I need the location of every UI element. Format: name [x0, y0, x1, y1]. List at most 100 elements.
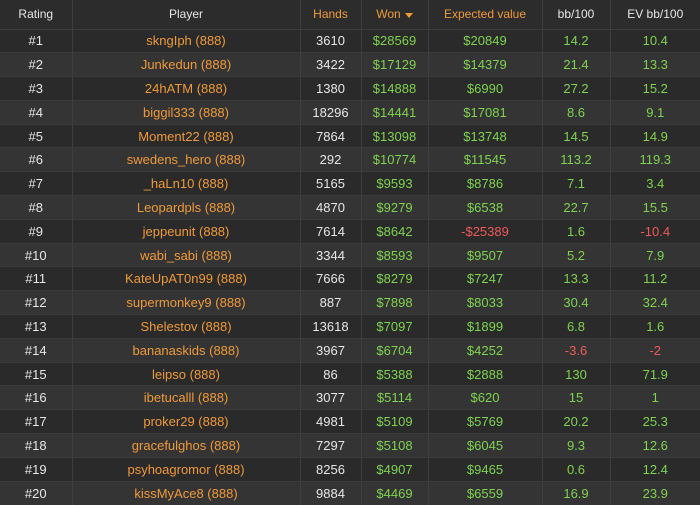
- expected-value-cell: $2888: [428, 361, 543, 386]
- table-row: #6 swedens_hero (888) 292 $10774 $11545 …: [0, 147, 700, 172]
- table-row: #15 leipso (888) 86 $5388 $2888 130 71.9: [0, 361, 700, 386]
- table-row: #12 supermonkey9 (888) 887 $7898 $8033 3…: [0, 290, 700, 315]
- bb100-cell: 7.1: [542, 171, 611, 196]
- table-row: #13 Shelestov (888) 13618 $7097 $1899 6.…: [0, 314, 700, 339]
- expected-value-cell: $8786: [428, 171, 543, 196]
- expected-value-cell: $13748: [428, 123, 543, 148]
- bb100-cell: 130: [542, 361, 611, 386]
- table-header: Rating Player Hands Won Expected value b…: [0, 0, 700, 30]
- bb100-cell: 0.6: [542, 456, 611, 482]
- won-cell: $5109: [361, 409, 429, 434]
- bb100-cell: 22.7: [542, 195, 611, 220]
- player-link[interactable]: skngIph (888): [72, 28, 301, 53]
- player-link[interactable]: biggil333 (888): [72, 99, 301, 125]
- expected-value-cell: $14379: [428, 52, 543, 77]
- hands-cell: 292: [300, 147, 362, 172]
- won-cell: $13098: [361, 123, 429, 148]
- table-row: #11 KateUpAT0n99 (888) 7666 $8279 $7247 …: [0, 266, 700, 291]
- won-cell: $9593: [361, 171, 429, 196]
- player-link[interactable]: psyhoagromor (888): [72, 456, 301, 482]
- table-row: #4 biggil333 (888) 18296 $14441 $17081 8…: [0, 99, 700, 125]
- table-row: #3 24hATM (888) 1380 $14888 $6990 27.2 1…: [0, 76, 700, 101]
- ev-bb100-cell: 11.2: [610, 266, 700, 291]
- rating-cell: #19: [0, 456, 73, 482]
- expected-value-cell: $11545: [428, 147, 543, 172]
- bb100-cell: 113.2: [542, 147, 611, 172]
- player-link[interactable]: supermonkey9 (888): [72, 290, 301, 315]
- expected-value-cell: $6990: [428, 76, 543, 101]
- bb100-cell: 16.9: [542, 480, 611, 505]
- hands-cell: 7614: [300, 218, 362, 244]
- ev-bb100-cell: 71.9: [610, 361, 700, 386]
- ev-bb100-cell: 1: [610, 385, 700, 410]
- rating-cell: #7: [0, 171, 73, 196]
- ev-bb100-cell: 119.3: [610, 147, 700, 172]
- table-row: #14 bananaskids (888) 3967 $6704 $4252 -…: [0, 337, 700, 363]
- hands-cell: 3344: [300, 242, 362, 267]
- header-won[interactable]: Won: [361, 0, 429, 30]
- expected-value-cell: $20849: [428, 28, 543, 53]
- expected-value-cell: $4252: [428, 337, 543, 363]
- bb100-cell: 14.5: [542, 123, 611, 148]
- player-link[interactable]: Leopardpls (888): [72, 195, 301, 220]
- header-bb100[interactable]: bb/100: [542, 0, 611, 30]
- rating-cell: #8: [0, 195, 73, 220]
- ev-bb100-cell: 10.4: [610, 28, 700, 53]
- won-cell: $5108: [361, 433, 429, 458]
- table-row: #2 Junkedun (888) 3422 $17129 $14379 21.…: [0, 52, 700, 77]
- bb100-cell: 30.4: [542, 290, 611, 315]
- header-player[interactable]: Player: [72, 0, 301, 30]
- expected-value-cell: $9507: [428, 242, 543, 267]
- player-link[interactable]: leipso (888): [72, 361, 301, 386]
- ev-bb100-cell: 9.1: [610, 99, 700, 125]
- header-ev-bb100[interactable]: EV bb/100: [610, 0, 700, 30]
- hands-cell: 86: [300, 361, 362, 386]
- player-link[interactable]: KateUpAT0n99 (888): [72, 266, 301, 291]
- header-hands[interactable]: Hands: [300, 0, 362, 30]
- player-link[interactable]: proker29 (888): [72, 409, 301, 434]
- rating-cell: #15: [0, 361, 73, 386]
- hands-cell: 887: [300, 290, 362, 315]
- player-link[interactable]: gracefulghos (888): [72, 433, 301, 458]
- expected-value-cell: $8033: [428, 290, 543, 315]
- bb100-cell: 5.2: [542, 242, 611, 267]
- expected-value-cell: -$25389: [428, 218, 543, 244]
- won-cell: $28569: [361, 28, 429, 53]
- hands-cell: 3077: [300, 385, 362, 410]
- expected-value-cell: $6538: [428, 195, 543, 220]
- expected-value-cell: $1899: [428, 314, 543, 339]
- hands-cell: 9884: [300, 480, 362, 505]
- caret-down-icon: [404, 12, 413, 18]
- won-cell: $5114: [361, 385, 429, 410]
- player-link[interactable]: bananaskids (888): [72, 337, 301, 363]
- player-link[interactable]: wabi_sabi (888): [72, 242, 301, 267]
- player-link[interactable]: _haLn10 (888): [72, 171, 301, 196]
- table-row: #19 psyhoagromor (888) 8256 $4907 $9465 …: [0, 456, 700, 482]
- player-link[interactable]: kissMyAce8 (888): [72, 480, 301, 505]
- player-link[interactable]: 24hATM (888): [72, 76, 301, 101]
- hands-cell: 7666: [300, 266, 362, 291]
- rating-cell: #6: [0, 147, 73, 172]
- ev-bb100-cell: -2: [610, 337, 700, 363]
- player-link[interactable]: Shelestov (888): [72, 314, 301, 339]
- expected-value-cell: $7247: [428, 266, 543, 291]
- ev-bb100-cell: -10.4: [610, 218, 700, 244]
- won-cell: $7097: [361, 314, 429, 339]
- header-rating[interactable]: Rating: [0, 0, 73, 30]
- player-link[interactable]: swedens_hero (888): [72, 147, 301, 172]
- expected-value-cell: $6045: [428, 433, 543, 458]
- rating-cell: #20: [0, 480, 73, 505]
- rating-cell: #3: [0, 76, 73, 101]
- table-row: #20 kissMyAce8 (888) 9884 $4469 $6559 16…: [0, 480, 700, 505]
- ev-bb100-cell: 3.4: [610, 171, 700, 196]
- player-link[interactable]: jeppeunit (888): [72, 218, 301, 244]
- expected-value-cell: $6559: [428, 480, 543, 505]
- won-cell: $14888: [361, 76, 429, 101]
- player-link[interactable]: Junkedun (888): [72, 52, 301, 77]
- expected-value-cell: $9465: [428, 456, 543, 482]
- table-row: #16 ibetucalll (888) 3077 $5114 $620 15 …: [0, 385, 700, 410]
- player-link[interactable]: ibetucalll (888): [72, 385, 301, 410]
- header-expected-value[interactable]: Expected value: [428, 0, 543, 30]
- player-link[interactable]: Moment22 (888): [72, 123, 301, 148]
- bb100-cell: 6.8: [542, 314, 611, 339]
